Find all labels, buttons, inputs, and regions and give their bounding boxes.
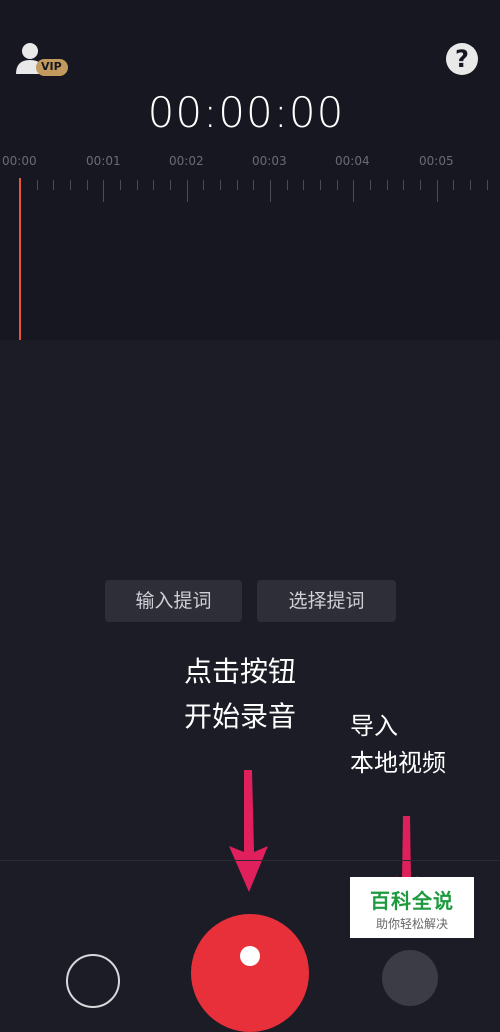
microphone-icon [240, 946, 260, 966]
import-video-button[interactable] [382, 950, 438, 1006]
annotation-arrows [229, 770, 418, 910]
bottom-divider [0, 860, 500, 861]
teleprompter-icon[interactable] [66, 954, 120, 1008]
watermark-title: 百科全说 [370, 889, 454, 913]
watermark-subtitle: 助你轻松解决 [375, 917, 448, 931]
record-button[interactable] [191, 914, 309, 1032]
record-arrow-icon [229, 770, 268, 892]
watermark-logo: 百科全说 助你轻松解决 [350, 877, 474, 938]
